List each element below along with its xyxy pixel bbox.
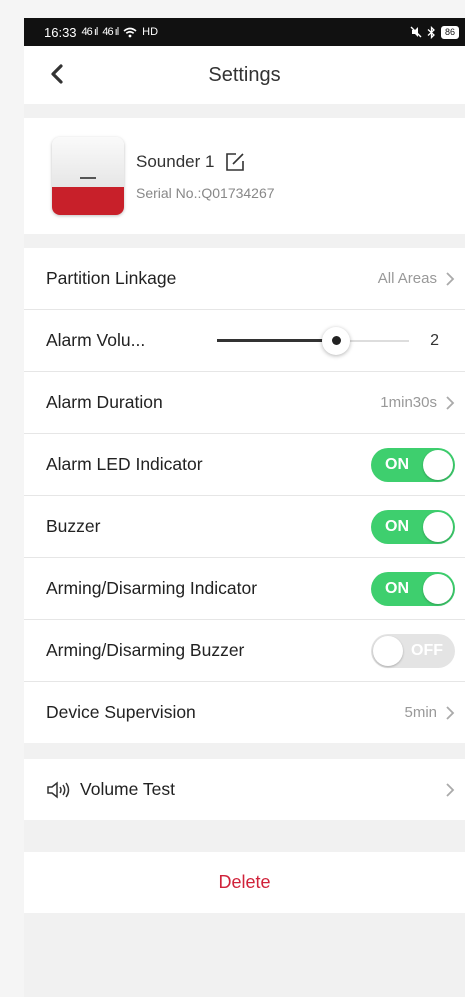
status-bar: 16:33 46 ıl 46 ıl HD 86 xyxy=(24,18,465,46)
volume-test-section: Volume Test xyxy=(24,759,465,820)
device-supervision-label: Device Supervision xyxy=(46,702,196,722)
device-supervision-value: 5min xyxy=(404,704,437,721)
arming-buzzer-row: Arming/Disarming Buzzer OFF xyxy=(24,620,465,682)
spacer xyxy=(24,104,465,118)
alarm-led-row: Alarm LED Indicator ON xyxy=(24,434,465,496)
arming-indicator-toggle[interactable]: ON xyxy=(371,571,455,606)
arming-buzzer-toggle[interactable]: OFF xyxy=(371,633,455,668)
toggle-state: ON xyxy=(385,455,409,473)
signal-icon-2: 46 ıl xyxy=(102,26,119,38)
alarm-volume-slider[interactable] xyxy=(217,326,409,355)
chevron-right-icon xyxy=(446,705,455,720)
arming-buzzer-label: Arming/Disarming Buzzer xyxy=(46,640,245,660)
chevron-right-icon xyxy=(446,271,455,286)
alarm-volume-row: Alarm Volu... 2 xyxy=(24,310,465,372)
alarm-volume-label: Alarm Volu... xyxy=(46,330,146,350)
page-title: Settings xyxy=(208,63,281,86)
status-time: 16:33 xyxy=(44,24,77,40)
alarm-led-toggle[interactable]: ON xyxy=(371,447,455,482)
device-image xyxy=(52,137,124,215)
buzzer-toggle[interactable]: ON xyxy=(371,509,455,544)
signal-icon: 46 ıl xyxy=(81,26,99,38)
chevron-right-icon xyxy=(446,395,455,410)
chevron-left-icon xyxy=(51,64,63,84)
alarm-led-label: Alarm LED Indicator xyxy=(46,454,203,474)
mute-icon xyxy=(410,26,422,38)
alarm-duration-row[interactable]: Alarm Duration 1min30s xyxy=(24,372,465,434)
partition-linkage-value: All Areas xyxy=(377,270,437,287)
battery-icon: 86 xyxy=(440,25,459,39)
toggle-state: ON xyxy=(385,517,409,535)
partition-linkage-row[interactable]: Partition Linkage All Areas xyxy=(24,248,465,310)
device-info: Sounder 1 Serial No.:Q01734267 xyxy=(136,151,275,201)
volume-test-row[interactable]: Volume Test xyxy=(24,759,465,820)
arming-indicator-row: Arming/Disarming Indicator ON xyxy=(24,558,465,620)
spacer xyxy=(24,234,465,248)
slider-thumb[interactable] xyxy=(322,326,351,355)
device-name: Sounder 1 xyxy=(136,152,215,171)
buzzer-row: Buzzer ON xyxy=(24,496,465,558)
settings-list: Partition Linkage All Areas Alarm Volu..… xyxy=(24,248,465,743)
speaker-icon xyxy=(47,780,70,799)
device-card: Sounder 1 Serial No.:Q01734267 xyxy=(24,118,465,234)
chevron-right-icon xyxy=(446,782,455,797)
phone-screen: 16:33 46 ıl 46 ıl HD 86 Settings Sounder… xyxy=(24,18,465,997)
alarm-duration-value: 1min30s xyxy=(380,394,437,411)
delete-button[interactable]: Delete xyxy=(24,852,465,913)
volume-test-label: Volume Test xyxy=(80,779,176,799)
device-supervision-row[interactable]: Device Supervision 5min xyxy=(24,682,465,743)
wifi-icon xyxy=(123,27,137,37)
delete-label: Delete xyxy=(218,872,271,892)
buzzer-label: Buzzer xyxy=(46,516,101,536)
spacer xyxy=(24,820,465,852)
alarm-volume-value: 2 xyxy=(430,331,439,349)
toggle-state: ON xyxy=(385,579,409,597)
bluetooth-icon xyxy=(427,25,435,39)
spacer xyxy=(24,743,465,759)
alarm-duration-label: Alarm Duration xyxy=(46,392,163,412)
arming-indicator-label: Arming/Disarming Indicator xyxy=(46,578,258,598)
toggle-state: OFF xyxy=(411,641,443,659)
back-button[interactable] xyxy=(42,59,72,89)
edit-icon[interactable] xyxy=(224,151,246,173)
device-serial: Serial No.:Q01734267 xyxy=(136,185,275,201)
wifi-label: HD xyxy=(142,26,159,38)
nav-bar: Settings xyxy=(24,46,465,104)
partition-linkage-label: Partition Linkage xyxy=(46,268,177,288)
